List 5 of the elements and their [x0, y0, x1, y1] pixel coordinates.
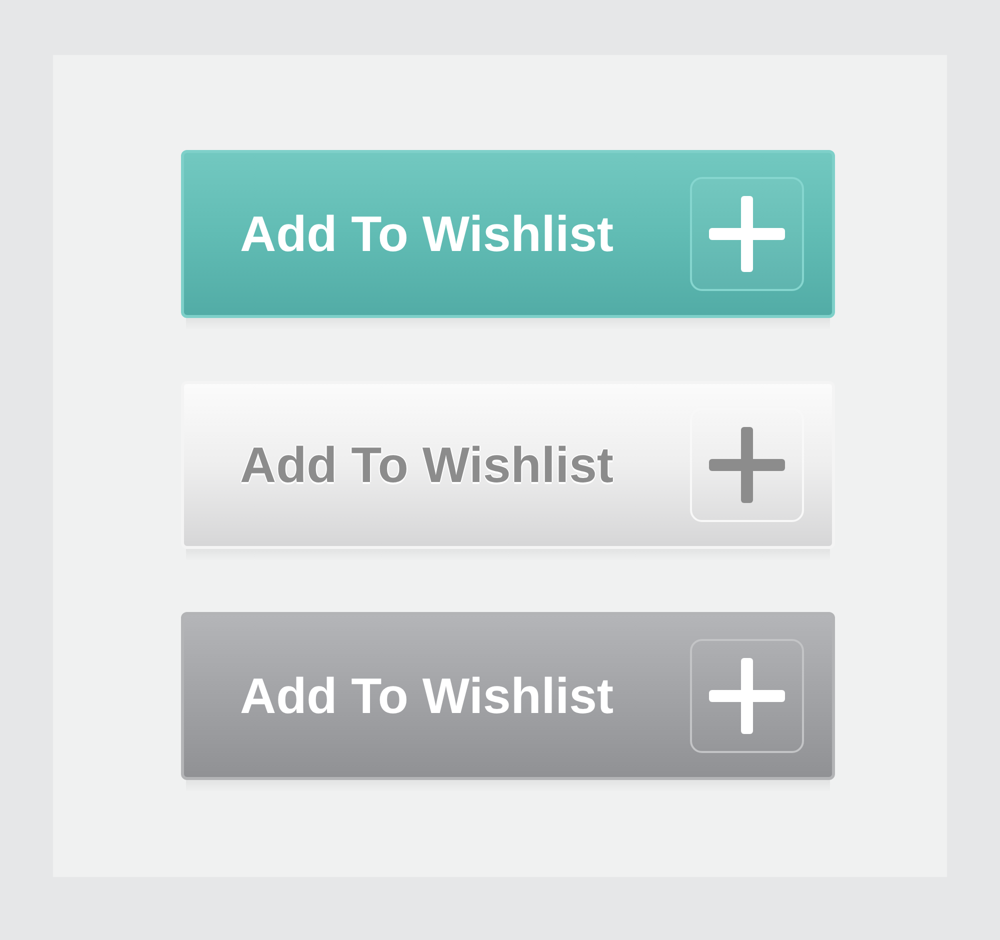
add-to-wishlist-button[interactable]: Add To Wishlist — [181, 150, 835, 318]
add-to-wishlist-button[interactable]: Add To Wishlist — [181, 381, 835, 549]
plus-icon — [690, 639, 804, 753]
plus-icon — [690, 177, 804, 291]
add-to-wishlist-button[interactable]: Add To Wishlist — [181, 612, 835, 780]
